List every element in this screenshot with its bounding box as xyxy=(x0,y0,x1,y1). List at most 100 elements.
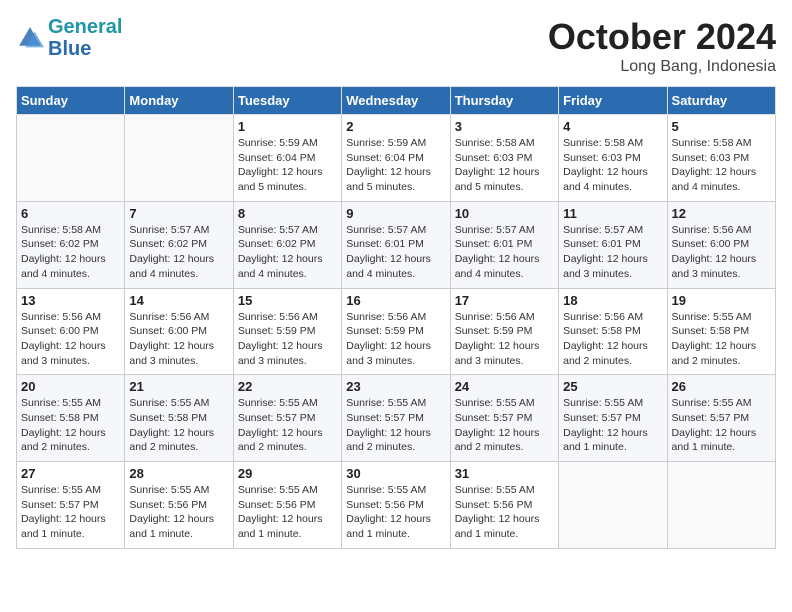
day-number: 17 xyxy=(455,293,554,308)
day-info: Sunrise: 5:58 AM Sunset: 6:03 PM Dayligh… xyxy=(563,136,662,195)
title-block: October 2024 Long Bang, Indonesia xyxy=(548,16,776,76)
day-info: Sunrise: 5:56 AM Sunset: 6:00 PM Dayligh… xyxy=(21,310,120,369)
day-info: Sunrise: 5:55 AM Sunset: 5:57 PM Dayligh… xyxy=(238,396,337,455)
calendar-body: 1 Sunrise: 5:59 AM Sunset: 6:04 PM Daylig… xyxy=(17,115,776,549)
day-info: Sunrise: 5:56 AM Sunset: 6:00 PM Dayligh… xyxy=(129,310,228,369)
calendar-cell xyxy=(667,462,775,549)
day-info: Sunrise: 5:57 AM Sunset: 6:01 PM Dayligh… xyxy=(563,223,662,282)
day-info: Sunrise: 5:57 AM Sunset: 6:02 PM Dayligh… xyxy=(238,223,337,282)
week-row-3: 13 Sunrise: 5:56 AM Sunset: 6:00 PM Dayli… xyxy=(17,288,776,375)
day-number: 28 xyxy=(129,466,228,481)
day-info: Sunrise: 5:58 AM Sunset: 6:03 PM Dayligh… xyxy=(672,136,771,195)
day-info: Sunrise: 5:55 AM Sunset: 5:57 PM Dayligh… xyxy=(563,396,662,455)
day-info: Sunrise: 5:55 AM Sunset: 5:56 PM Dayligh… xyxy=(129,483,228,542)
day-info: Sunrise: 5:57 AM Sunset: 6:01 PM Dayligh… xyxy=(346,223,445,282)
day-info: Sunrise: 5:57 AM Sunset: 6:02 PM Dayligh… xyxy=(129,223,228,282)
calendar-cell: 23 Sunrise: 5:55 AM Sunset: 5:57 PM Dayli… xyxy=(342,375,450,462)
day-number: 19 xyxy=(672,293,771,308)
day-info: Sunrise: 5:56 AM Sunset: 5:59 PM Dayligh… xyxy=(238,310,337,369)
calendar-cell: 31 Sunrise: 5:55 AM Sunset: 5:56 PM Dayli… xyxy=(450,462,558,549)
logo: GeneralBlue xyxy=(16,16,122,60)
page-header: GeneralBlue October 2024 Long Bang, Indo… xyxy=(16,16,776,76)
day-info: Sunrise: 5:55 AM Sunset: 5:57 PM Dayligh… xyxy=(346,396,445,455)
day-number: 5 xyxy=(672,119,771,134)
day-info: Sunrise: 5:55 AM Sunset: 5:57 PM Dayligh… xyxy=(672,396,771,455)
calendar-table: SundayMondayTuesdayWednesdayThursdayFrid… xyxy=(16,86,776,549)
day-info: Sunrise: 5:55 AM Sunset: 5:58 PM Dayligh… xyxy=(129,396,228,455)
day-info: Sunrise: 5:55 AM Sunset: 5:57 PM Dayligh… xyxy=(21,483,120,542)
calendar-cell: 10 Sunrise: 5:57 AM Sunset: 6:01 PM Dayli… xyxy=(450,201,558,288)
day-number: 27 xyxy=(21,466,120,481)
day-number: 30 xyxy=(346,466,445,481)
calendar-cell: 19 Sunrise: 5:55 AM Sunset: 5:58 PM Dayli… xyxy=(667,288,775,375)
day-number: 9 xyxy=(346,206,445,221)
month-title: October 2024 xyxy=(548,16,776,58)
day-number: 16 xyxy=(346,293,445,308)
week-row-2: 6 Sunrise: 5:58 AM Sunset: 6:02 PM Daylig… xyxy=(17,201,776,288)
calendar-cell xyxy=(559,462,667,549)
day-number: 23 xyxy=(346,379,445,394)
calendar-cell: 3 Sunrise: 5:58 AM Sunset: 6:03 PM Daylig… xyxy=(450,115,558,202)
calendar-cell: 13 Sunrise: 5:56 AM Sunset: 6:00 PM Dayli… xyxy=(17,288,125,375)
calendar-cell: 2Sunrise: 5:59 AM Sunset: 6:04 PM Daylig… xyxy=(342,115,450,202)
week-row-4: 20 Sunrise: 5:55 AM Sunset: 5:58 PM Dayli… xyxy=(17,375,776,462)
calendar-cell: 14 Sunrise: 5:56 AM Sunset: 6:00 PM Dayli… xyxy=(125,288,233,375)
location: Long Bang, Indonesia xyxy=(548,58,776,76)
day-info: Sunrise: 5:59 AM Sunset: 6:04 PM Dayligh… xyxy=(238,136,337,195)
day-number: 14 xyxy=(129,293,228,308)
calendar-cell: 29 Sunrise: 5:55 AM Sunset: 5:56 PM Dayli… xyxy=(233,462,341,549)
week-row-1: 1 Sunrise: 5:59 AM Sunset: 6:04 PM Daylig… xyxy=(17,115,776,202)
calendar-header-row: SundayMondayTuesdayWednesdayThursdayFrid… xyxy=(17,87,776,115)
day-number: 8 xyxy=(238,206,337,221)
day-number: 31 xyxy=(455,466,554,481)
header-monday: Monday xyxy=(125,87,233,115)
day-number: 4 xyxy=(563,119,662,134)
day-info: Sunrise: 5:58 AM Sunset: 6:02 PM Dayligh… xyxy=(21,223,120,282)
logo-icon xyxy=(16,24,44,52)
day-info: Sunrise: 5:56 AM Sunset: 6:00 PM Dayligh… xyxy=(672,223,771,282)
day-number: 12 xyxy=(672,206,771,221)
header-tuesday: Tuesday xyxy=(233,87,341,115)
day-info: Sunrise: 5:55 AM Sunset: 5:58 PM Dayligh… xyxy=(21,396,120,455)
calendar-cell: 6 Sunrise: 5:58 AM Sunset: 6:02 PM Daylig… xyxy=(17,201,125,288)
calendar-cell: 7 Sunrise: 5:57 AM Sunset: 6:02 PM Daylig… xyxy=(125,201,233,288)
day-info: Sunrise: 5:56 AM Sunset: 5:59 PM Dayligh… xyxy=(346,310,445,369)
week-row-5: 27 Sunrise: 5:55 AM Sunset: 5:57 PM Dayli… xyxy=(17,462,776,549)
calendar-cell: 20 Sunrise: 5:55 AM Sunset: 5:58 PM Dayli… xyxy=(17,375,125,462)
day-number: 10 xyxy=(455,206,554,221)
day-info: Sunrise: 5:58 AM Sunset: 6:03 PM Dayligh… xyxy=(455,136,554,195)
day-info: Sunrise: 5:55 AM Sunset: 5:57 PM Dayligh… xyxy=(455,396,554,455)
day-number: 1 xyxy=(238,119,337,134)
calendar-cell: 15 Sunrise: 5:56 AM Sunset: 5:59 PM Dayli… xyxy=(233,288,341,375)
calendar-cell: 5 Sunrise: 5:58 AM Sunset: 6:03 PM Daylig… xyxy=(667,115,775,202)
day-info: Sunrise: 5:55 AM Sunset: 5:56 PM Dayligh… xyxy=(238,483,337,542)
day-number: 13 xyxy=(21,293,120,308)
day-number: 26 xyxy=(672,379,771,394)
day-number: 7 xyxy=(129,206,228,221)
day-number: 15 xyxy=(238,293,337,308)
calendar-cell: 16 Sunrise: 5:56 AM Sunset: 5:59 PM Dayli… xyxy=(342,288,450,375)
header-sunday: Sunday xyxy=(17,87,125,115)
day-number: 24 xyxy=(455,379,554,394)
calendar-cell: 24 Sunrise: 5:55 AM Sunset: 5:57 PM Dayli… xyxy=(450,375,558,462)
day-number: 18 xyxy=(563,293,662,308)
calendar-cell: 22Sunrise: 5:55 AM Sunset: 5:57 PM Dayli… xyxy=(233,375,341,462)
day-info: Sunrise: 5:59 AM Sunset: 6:04 PM Dayligh… xyxy=(346,136,445,195)
header-wednesday: Wednesday xyxy=(342,87,450,115)
calendar-cell xyxy=(17,115,125,202)
calendar-cell: 21Sunrise: 5:55 AM Sunset: 5:58 PM Dayli… xyxy=(125,375,233,462)
day-info: Sunrise: 5:57 AM Sunset: 6:01 PM Dayligh… xyxy=(455,223,554,282)
calendar-cell: 26 Sunrise: 5:55 AM Sunset: 5:57 PM Dayli… xyxy=(667,375,775,462)
day-number: 3 xyxy=(455,119,554,134)
day-info: Sunrise: 5:55 AM Sunset: 5:58 PM Dayligh… xyxy=(672,310,771,369)
calendar-cell: 8 Sunrise: 5:57 AM Sunset: 6:02 PM Daylig… xyxy=(233,201,341,288)
calendar-cell: 12 Sunrise: 5:56 AM Sunset: 6:00 PM Dayli… xyxy=(667,201,775,288)
logo-text: GeneralBlue xyxy=(48,16,122,60)
day-number: 29 xyxy=(238,466,337,481)
header-saturday: Saturday xyxy=(667,87,775,115)
day-number: 20 xyxy=(21,379,120,394)
day-number: 6 xyxy=(21,206,120,221)
day-info: Sunrise: 5:55 AM Sunset: 5:56 PM Dayligh… xyxy=(455,483,554,542)
calendar-cell: 30Sunrise: 5:55 AM Sunset: 5:56 PM Dayli… xyxy=(342,462,450,549)
calendar-cell: 9 Sunrise: 5:57 AM Sunset: 6:01 PM Daylig… xyxy=(342,201,450,288)
